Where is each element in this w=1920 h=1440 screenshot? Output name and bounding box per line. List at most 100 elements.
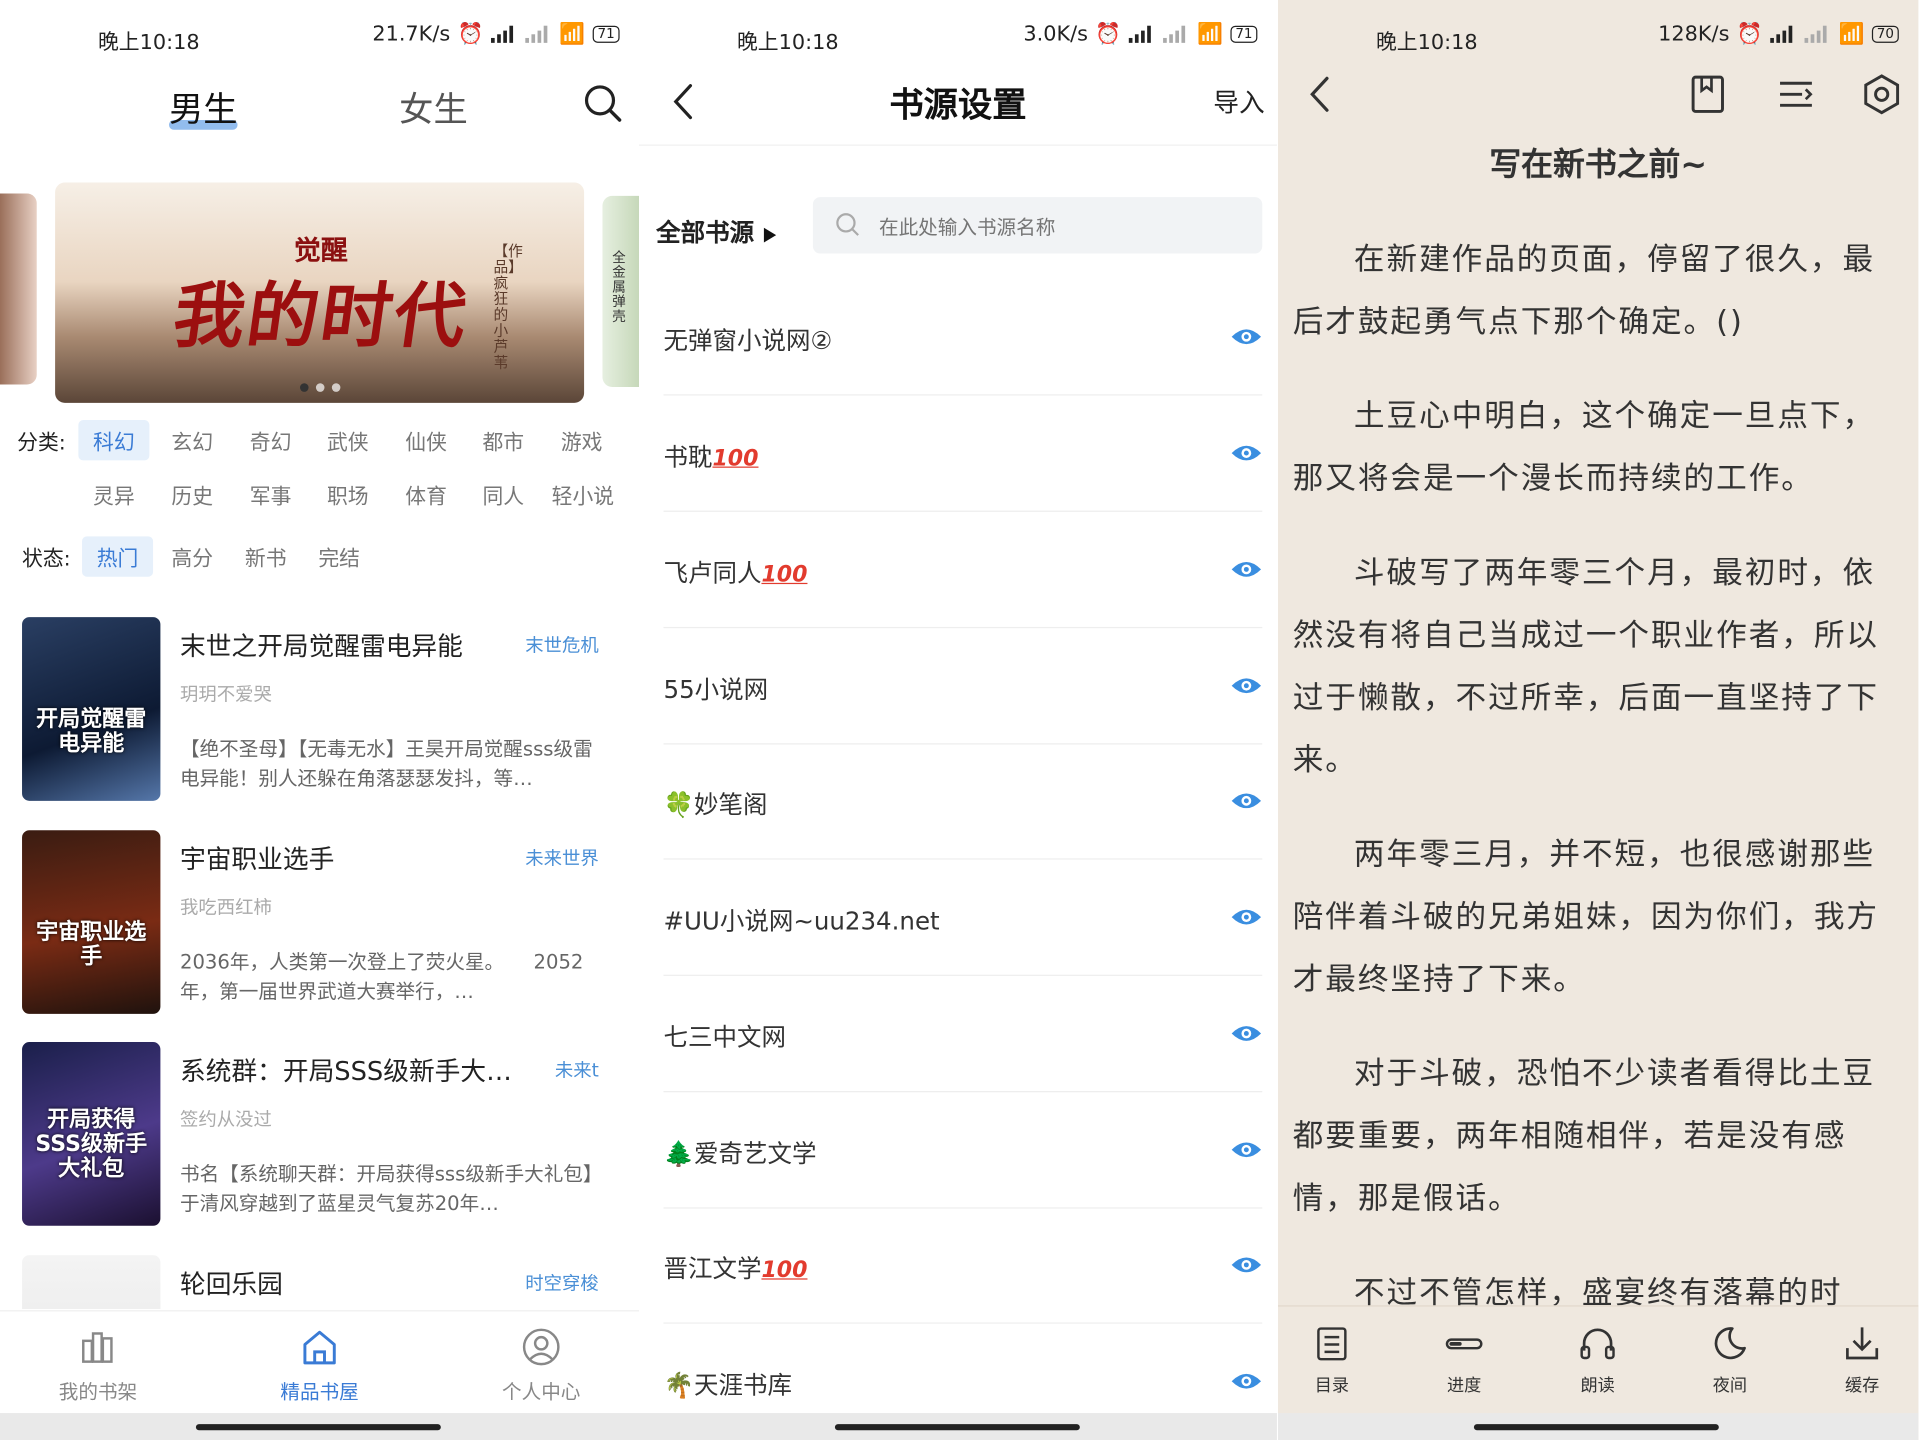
- nav-bookshelf[interactable]: 我的书架: [18, 1326, 177, 1404]
- source-search-input[interactable]: [876, 209, 1249, 244]
- status-chip[interactable]: 高分: [157, 536, 228, 576]
- home-indicator[interactable]: [1473, 1424, 1719, 1431]
- reader-screen: 晚上10:18 128K/s ⏰ 📶 70 写在新书之前~ 在新建作品的页面，停…: [1278, 0, 1919, 1440]
- back-arrow-icon[interactable]: [1300, 73, 1342, 115]
- badge-100: 100: [761, 562, 808, 588]
- source-search[interactable]: [812, 197, 1263, 254]
- source-name: 书耽100: [663, 442, 759, 472]
- eye-icon[interactable]: [1230, 326, 1262, 348]
- book-list-item[interactable]: 开局获得SSS级新手大礼包 系统群：开局SSS级新手大… 未来t 签约从没过 书…: [22, 1042, 604, 1228]
- book-tag[interactable]: 未来世界: [525, 845, 598, 871]
- banner-prev[interactable]: [0, 193, 37, 385]
- eye-icon[interactable]: [1230, 1370, 1262, 1392]
- home-indicator[interactable]: [834, 1424, 1080, 1431]
- source-filter-dropdown[interactable]: 全部书源: [656, 213, 777, 249]
- book-author: 签约从没过: [180, 1108, 272, 1131]
- source-name: 无弹窗小说网②: [663, 325, 833, 356]
- category-chip[interactable]: 同人: [468, 474, 539, 514]
- book-tag[interactable]: 时空穿梭: [525, 1270, 598, 1296]
- book-tag[interactable]: 未来t: [555, 1057, 599, 1083]
- source-item[interactable]: 无弹窗小说网②: [663, 279, 1263, 396]
- eye-icon[interactable]: [1230, 558, 1262, 580]
- category-chip[interactable]: 奇幻: [235, 420, 306, 460]
- reader-toolbar: 目录 进度 朗读 夜间 缓存: [1278, 1305, 1919, 1415]
- source-item[interactable]: 书耽100: [663, 396, 1263, 512]
- source-item[interactable]: 晋江文学100: [663, 1207, 1263, 1324]
- book-cover: 开局获得SSS级新手大礼包: [22, 1042, 161, 1226]
- page-title: 书源设置: [889, 84, 1027, 125]
- book-author: 玥玥不爱哭: [180, 683, 272, 706]
- banner-next[interactable]: 全金属弹壳: [602, 195, 640, 387]
- category-chip[interactable]: 军事: [235, 474, 306, 514]
- download-icon: [1846, 1327, 1879, 1360]
- source-item[interactable]: 55小说网: [663, 628, 1263, 745]
- settings-icon[interactable]: [1861, 73, 1903, 115]
- night-mode-button[interactable]: 夜间: [1681, 1324, 1779, 1397]
- status-filter-row: 状态: 热门 高分 新书 完结: [17, 536, 629, 585]
- book-cover: 开局觉醒雷电异能: [22, 617, 161, 801]
- read-aloud-button[interactable]: 朗读: [1549, 1324, 1647, 1397]
- source-name: 飞卢同人100: [663, 558, 808, 588]
- eye-icon[interactable]: [1230, 790, 1262, 812]
- reader-content[interactable]: 在新建作品的页面，停留了很久，最后才鼓起勇气点下那个确定。() 土豆心中明白，这…: [1293, 228, 1905, 1356]
- progress-button[interactable]: 进度: [1415, 1324, 1513, 1397]
- nav-store[interactable]: 精品书屋: [240, 1326, 399, 1404]
- toc-button[interactable]: 目录: [1283, 1324, 1381, 1397]
- status-chip[interactable]: 完结: [304, 536, 375, 576]
- source-item[interactable]: 🌲爱奇艺文学: [663, 1092, 1263, 1209]
- category-chip[interactable]: 玄幻: [157, 420, 228, 460]
- eye-icon[interactable]: [1230, 1254, 1262, 1276]
- status-chip[interactable]: 新书: [230, 536, 301, 576]
- category-chip[interactable]: 轻小说: [544, 474, 622, 514]
- book-list-item[interactable]: 宇宙职业选手 宇宙职业选手 未来世界 我吃西红柿 2036年，人类第一次登上了荧…: [22, 830, 604, 1016]
- category-chip[interactable]: 历史: [157, 474, 228, 514]
- bookmark-icon[interactable]: [1687, 73, 1729, 115]
- eye-icon[interactable]: [1230, 906, 1262, 928]
- source-item[interactable]: 七三中文网: [663, 976, 1263, 1093]
- category-chip[interactable]: 科幻: [78, 420, 150, 461]
- book-list-item[interactable]: 轮回乐园 时空穿梭: [22, 1255, 604, 1309]
- home-indicator[interactable]: [195, 1424, 441, 1431]
- book-tag[interactable]: 末世危机: [525, 632, 598, 658]
- battery-icon: 71: [592, 25, 620, 43]
- search-icon[interactable]: [583, 83, 622, 122]
- book-title: 宇宙职业选手: [180, 844, 335, 875]
- import-button[interactable]: 导入: [1213, 83, 1264, 120]
- net-speed: 21.7K/s: [372, 22, 451, 47]
- reader-paragraph: 土豆心中明白，这个确定一旦点下，那又将会是一个漫长而持续的工作。: [1292, 397, 1876, 496]
- source-item[interactable]: 🍀妙笔阁: [663, 743, 1263, 860]
- banner-carousel[interactable]: 觉醒 我的时代 【作品】疯狂的小芦苇: [55, 182, 585, 403]
- category-chip[interactable]: 仙侠: [391, 420, 462, 460]
- category-chip[interactable]: 游戏: [546, 420, 617, 460]
- headphones-icon: [1580, 1328, 1615, 1360]
- badge-100: 100: [712, 445, 759, 472]
- eye-icon[interactable]: [1230, 1139, 1262, 1161]
- nav-profile[interactable]: 个人中心: [462, 1326, 621, 1404]
- eye-icon[interactable]: [1230, 675, 1262, 697]
- category-chip[interactable]: 体育: [391, 474, 462, 514]
- net-speed: 128K/s: [1658, 22, 1730, 47]
- category-chip[interactable]: 职场: [312, 474, 383, 514]
- eye-icon[interactable]: [1230, 442, 1262, 464]
- eye-icon[interactable]: [1230, 1022, 1262, 1044]
- source-item[interactable]: 飞卢同人100: [663, 512, 1263, 629]
- category-chip[interactable]: 武侠: [312, 420, 383, 460]
- download-button[interactable]: 缓存: [1813, 1324, 1911, 1397]
- reader-paragraph: 两年零三月，并不短，也很感谢那些陪伴着斗破的兄弟姐妹，因为你们，我方才最终坚持了…: [1292, 836, 1879, 997]
- book-title: 轮回乐园: [180, 1269, 283, 1300]
- status-time: 晚上10:18: [736, 30, 839, 56]
- alarm-icon: ⏰: [1095, 22, 1122, 47]
- category-chip[interactable]: 灵异: [78, 474, 149, 514]
- status-bar: 晚上10:18 3.0K/s ⏰ 📶 71: [639, 0, 1277, 73]
- category-chip[interactable]: 都市: [468, 420, 539, 460]
- caret-right-icon: [763, 227, 777, 242]
- source-item[interactable]: #UU小说网~uu234.net: [663, 860, 1263, 976]
- chapter-list-icon[interactable]: [1775, 73, 1817, 115]
- tab-female[interactable]: 女生: [399, 83, 468, 132]
- tab-male[interactable]: 男生: [169, 83, 238, 132]
- reader-paragraph: 斗破写了两年零三个月，最初时，依然没有将自己当成过一个职业作者，所以过于懒散，不…: [1292, 554, 1879, 778]
- book-list-item[interactable]: 开局觉醒雷电异能 末世之开局觉醒雷电异能 末世危机 玥玥不爱哭 【绝不圣母】【无…: [22, 617, 604, 803]
- status-chip[interactable]: 热门: [82, 536, 154, 577]
- progress-icon: [1445, 1338, 1483, 1350]
- source-name: 🌴天涯书库: [663, 1370, 792, 1400]
